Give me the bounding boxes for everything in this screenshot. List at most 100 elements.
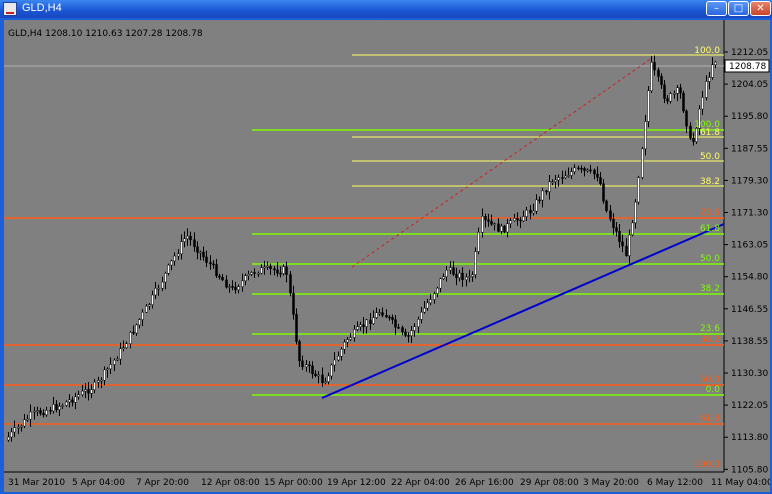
candle-body (567, 175, 570, 177)
candle-body (449, 267, 452, 271)
price-chart[interactable]: GLD,H4 1208.10 1210.63 1207.28 1208.78 1… (4, 20, 770, 492)
candle-body (61, 405, 64, 407)
candle-body (535, 199, 538, 212)
candle-body (541, 190, 544, 201)
candle-body (682, 92, 685, 112)
candle-body (388, 316, 391, 319)
candle-body (509, 220, 512, 224)
candle-body (199, 251, 202, 254)
candle-body (685, 110, 688, 127)
candle-body (522, 216, 525, 222)
candle-body (484, 216, 487, 221)
candle-body (695, 128, 698, 142)
candle-body (471, 274, 474, 277)
yellow-fib-label: 50.0 (700, 152, 720, 162)
time-tick-label: 3 May 20:00 (583, 478, 639, 488)
time-tick-label: 22 Apr 04:00 (391, 478, 450, 488)
candle-body (215, 264, 218, 277)
time-tick-label: 11 May 04:00 (711, 478, 770, 488)
candle-body (474, 251, 477, 275)
candle-body (285, 266, 288, 275)
candle-body (273, 268, 276, 271)
candle-body (189, 235, 192, 241)
candle-body (157, 287, 160, 290)
candle-body (349, 337, 352, 340)
candle-body (583, 168, 586, 171)
candle-body (714, 61, 717, 65)
maximize-button[interactable]: □ (728, 1, 749, 16)
candle-body (503, 225, 506, 233)
candle-body (468, 276, 471, 278)
ohlc-label: GLD,H4 1208.10 1210.63 1207.28 1208.78 (8, 29, 203, 39)
candle-body (477, 232, 480, 252)
candle-body (545, 190, 548, 193)
candle-body (676, 87, 679, 94)
candle-body (113, 359, 116, 365)
candle-body (362, 324, 365, 327)
price-tick-label: 1187.55 (731, 144, 768, 154)
candle-body (125, 343, 128, 348)
candle-body (612, 218, 615, 228)
candle-body (711, 64, 714, 78)
candle-body (669, 93, 672, 102)
candle-body (628, 234, 631, 256)
price-tick-label: 1171.30 (731, 209, 768, 219)
terminal-window: GLD,H4 – □ ✕ GLD,H4 1208.10 1210.63 1207… (0, 0, 772, 494)
candle-body (81, 390, 84, 395)
candle-body (148, 304, 151, 307)
candle-body (247, 274, 250, 276)
candle-body (487, 219, 490, 222)
green-fib-label: 61.8 (700, 224, 720, 234)
candle-body (295, 314, 298, 342)
candle-body (673, 93, 676, 95)
candle-body (23, 419, 26, 427)
candle-body (481, 216, 484, 233)
candle-body (589, 169, 592, 172)
candle-body (7, 436, 10, 441)
candle-body (324, 381, 327, 383)
candle-body (29, 411, 32, 420)
candle-body (257, 272, 260, 275)
candle-body (55, 404, 58, 410)
orange-fib-label: 23.6 (700, 208, 720, 218)
candle-body (644, 121, 647, 150)
fib-diagonal-line (351, 57, 653, 268)
chart-canvas[interactable]: GLD,H4 1208.10 1210.63 1207.28 1208.78 1… (4, 20, 770, 492)
candle-body (100, 379, 103, 382)
candle-body (631, 222, 634, 236)
candle-body (413, 326, 416, 331)
candle-body (58, 406, 61, 410)
candle-body (570, 171, 573, 176)
candle-body (196, 246, 199, 253)
candle-body (701, 97, 704, 110)
candle-body (84, 389, 87, 392)
candle-body (36, 410, 39, 412)
candle-body (173, 255, 176, 262)
candle-body (445, 269, 448, 277)
price-tick-label: 1113.80 (731, 433, 768, 443)
candle-body (679, 87, 682, 94)
time-tick-label: 26 Apr 16:00 (455, 478, 514, 488)
candle-body (343, 341, 346, 350)
candle-body (493, 223, 496, 226)
title-bar[interactable]: GLD,H4 – □ ✕ (0, 0, 772, 18)
candle-body (68, 399, 71, 403)
candle-body (519, 219, 522, 222)
candle-body (404, 331, 407, 336)
candle-body (234, 286, 237, 291)
candle-body (231, 286, 234, 288)
candle-body (276, 269, 279, 274)
candle-body (426, 302, 429, 309)
candle-body (39, 410, 42, 414)
candle-body (209, 262, 212, 265)
time-tick-label: 31 Mar 2010 (8, 478, 65, 488)
close-button[interactable]: ✕ (750, 1, 771, 16)
candle-body (90, 389, 93, 394)
candle-body (103, 369, 106, 381)
candle-body (359, 324, 362, 328)
candle-body (241, 280, 244, 287)
candle-body (689, 125, 692, 139)
minimize-button[interactable]: – (706, 1, 727, 16)
candle-body (429, 299, 432, 304)
candle-body (301, 360, 304, 368)
